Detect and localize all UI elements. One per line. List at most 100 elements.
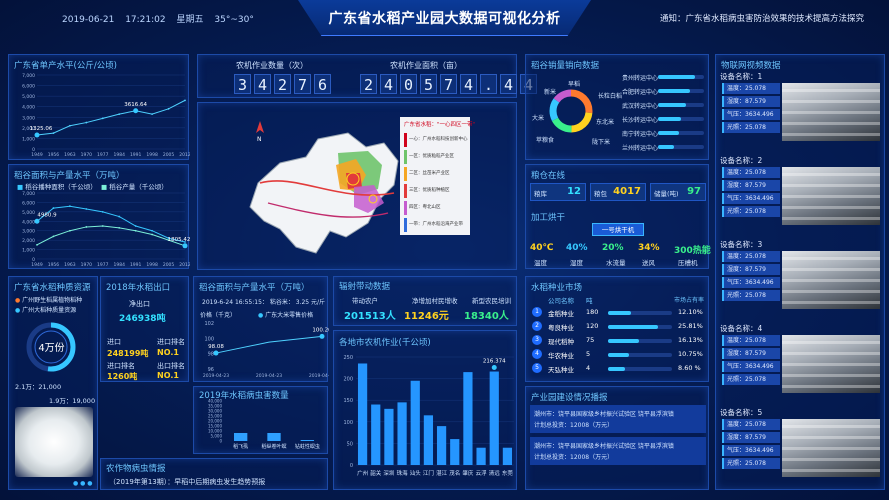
company-qty: 120	[586, 322, 599, 330]
quality-label-1: 2.1万：21,000	[15, 383, 62, 391]
digit: .	[480, 74, 497, 94]
camera-feed[interactable]	[782, 167, 880, 225]
feed-row	[782, 374, 880, 377]
price-chart: 10210098962019-04-232019-04-232019-04-23…	[203, 321, 329, 379]
flow-left-3: 早稻	[568, 81, 581, 88]
iexp-value: 1260吨	[107, 372, 138, 381]
project-card-1[interactable]: 潮州市：饶平县国家级乡村振兴试验区 饶平县浮滨镇 计划总投资：12008（万元）	[530, 405, 706, 433]
ticker-panel: 农作物病虫情报 （2019年第13期）：早稻中后期病虫发生趋势预报	[100, 458, 328, 490]
quality-legend-1: ● 广州野生稻属植物稻种	[15, 297, 83, 304]
feed-row	[782, 257, 880, 260]
province-map[interactable]: N	[198, 103, 518, 271]
y-tick-label: 0	[219, 439, 222, 444]
market-row[interactable]: 2 粤良种业 120 25.81%	[530, 321, 706, 333]
y-tick-label: 50	[347, 441, 353, 447]
quality-title: 广东省水稻种质资源	[14, 283, 91, 293]
digit: 4	[254, 74, 271, 94]
date: 2019-06-21	[62, 15, 115, 25]
market-row[interactable]: 5 天弘种业 4 8.60 %	[530, 363, 706, 375]
flow-fill	[658, 131, 679, 135]
price-panel: 稻谷面积与产量水平（万吨） 2019-6-24 16:55:15： 粘谷米： 3…	[193, 276, 329, 382]
grain-label: 储量(吨)	[654, 190, 679, 198]
digit: 4	[500, 74, 517, 94]
price-stamp: 2019-6-24 16:55:15： 粘谷米： 3.25 元/斤	[202, 299, 326, 306]
company-name: 现代稻种	[548, 338, 574, 346]
carousel-dots[interactable]: ● ● ●	[73, 480, 93, 487]
x-tick-label: 2005	[163, 262, 175, 268]
map-panel: N 广东省水稻："一心四区一带" 一心：广州水稻科技创新中心 一区：优质籼稻产业区…	[197, 102, 517, 270]
grain-panel: 粮仓在线 粮库 12 粮包 4017 储量(吨) 97 加工烘干 一号烘干机 40℃ 温度 4…	[525, 164, 711, 269]
flow-donut-0: 长粒白稻	[598, 93, 623, 100]
share-track	[608, 339, 672, 343]
camera-sensor-tag: 温度：25.078	[722, 335, 780, 346]
city-category-label: 东莞	[502, 469, 514, 477]
x-tick-label: 1991	[130, 262, 142, 268]
company-name: 天弘种业	[548, 366, 574, 374]
camera-item[interactable]: 设备名称：4 温度：25.078 湿度：87.579 气压：3634.496 光照：25…	[720, 323, 882, 403]
feed-row	[782, 290, 880, 293]
radiation-label: 新型农民培训	[472, 297, 511, 305]
camera-feed[interactable]	[782, 335, 880, 393]
data-point	[134, 229, 137, 232]
x-tick-label: 2019-04-23	[203, 373, 229, 379]
city-bar	[357, 363, 368, 465]
camera-tags: 温度：25.078 湿度：87.579 气压：3634.496 光照：25.078	[722, 419, 780, 471]
work-area-label: 农机作业面积（亩）	[390, 61, 462, 70]
dryer-select-button[interactable]: 一号烘干机	[592, 223, 644, 236]
camera-feed[interactable]	[782, 83, 880, 141]
y-tick-label: 0	[350, 463, 353, 469]
flow-panel: 稻谷销量销向数据 新米 大米 苹粮食 早稻 长粒白稻 东北米 陇下米 贵州转运中…	[525, 54, 709, 160]
ticker-text[interactable]: （2019年第13期）：早稻中后期病虫发生趋势预报	[109, 477, 265, 487]
camera-item[interactable]: 设备名称：1 温度：25.078 湿度：87.579 气压：3634.496 光照：25…	[720, 71, 882, 151]
quality-label-2: 1.9万：19,000	[49, 397, 96, 405]
company-name: 华农种业	[548, 352, 574, 360]
x-tick-label: 1984	[113, 152, 125, 158]
data-point	[151, 233, 154, 236]
data-point	[101, 225, 104, 227]
camera-device-name: 设备名称：5	[720, 408, 763, 417]
annotation-marker	[133, 108, 139, 114]
digit: 6	[314, 74, 331, 94]
market-row[interactable]: 1 金稻种业 180 12.10%	[530, 307, 706, 319]
feed-row	[782, 206, 880, 209]
camera-sensor-tag: 光照：25.078	[722, 290, 780, 301]
market-row[interactable]: 4 华农种业 5 10.75%	[530, 349, 706, 361]
camera-sensor-tag: 温度：25.078	[722, 167, 780, 178]
camera-sensor-tag: 光照：25.078	[722, 122, 780, 133]
map-legend: 一心：广州水稻科技创新中心 一区：优质籼稻产业区 二区：丝苗米产业区 三区：优质稻种植…	[404, 133, 468, 235]
camera-feed[interactable]	[782, 251, 880, 309]
feed-row	[782, 385, 880, 388]
city-category-label: 茂名	[449, 469, 460, 477]
camera-item[interactable]: 设备名称：3 温度：25.078 湿度：87.579 气压：3634.496 光照：25…	[720, 239, 882, 319]
map-legend-title: 广东省水稻："一心四区一带"	[404, 122, 476, 128]
feed-row	[782, 469, 880, 472]
grain-label: 粮包	[594, 190, 607, 198]
export-rank: NO.1	[157, 371, 179, 380]
city-bar	[384, 408, 394, 465]
city-panel: 各地市农机作业(千公顷) 250 200 150 100 50 0 广州 韶关 深圳 珠海 汕头 江门…	[333, 330, 517, 490]
feed-row	[782, 217, 880, 220]
net-export-value: 246938吨	[119, 314, 166, 324]
city-bar	[489, 371, 499, 465]
notice-text: 通知：广东省水稻病虫害防治效果的技术提高方法探究	[660, 14, 865, 24]
market-row[interactable]: 3 现代稻种 75 16.13%	[530, 335, 706, 347]
rank-badge: 4	[532, 349, 542, 359]
market-head-name: 公司名称	[548, 297, 574, 305]
x-tick-label: 1956	[48, 262, 60, 268]
city-bar	[436, 426, 447, 465]
export-panel: 2018年水稻出口 净出口 246938吨 进口 进口排名 248199吨 NO…	[100, 276, 189, 382]
dryer-metric-label: 送风	[642, 259, 655, 267]
city-bar	[397, 402, 407, 465]
camera-feed[interactable]	[782, 419, 880, 477]
feed-row	[782, 436, 880, 439]
import-value: 248199吨	[107, 349, 149, 358]
camera-item[interactable]: 设备名称：2 温度：25.078 湿度：87.579 气压：3634.496 光照：25…	[720, 155, 882, 235]
flow-track	[658, 131, 704, 135]
camera-sensor-tag: 湿度：87.579	[722, 264, 780, 275]
rank-badge: 2	[532, 321, 542, 331]
digit: 4	[460, 74, 477, 94]
project-card-2[interactable]: 潮州市：饶平县国家级乡村振兴试验区 饶平县浮滨镇 计划总投资：12008（万元）	[530, 437, 706, 465]
y-tick-label: 98	[208, 352, 214, 358]
camera-item[interactable]: 设备名称：5 温度：25.078 湿度：87.579 气压：3634.496 光照：25…	[720, 407, 882, 487]
flow-item-label: 长沙转运中心	[622, 117, 659, 124]
